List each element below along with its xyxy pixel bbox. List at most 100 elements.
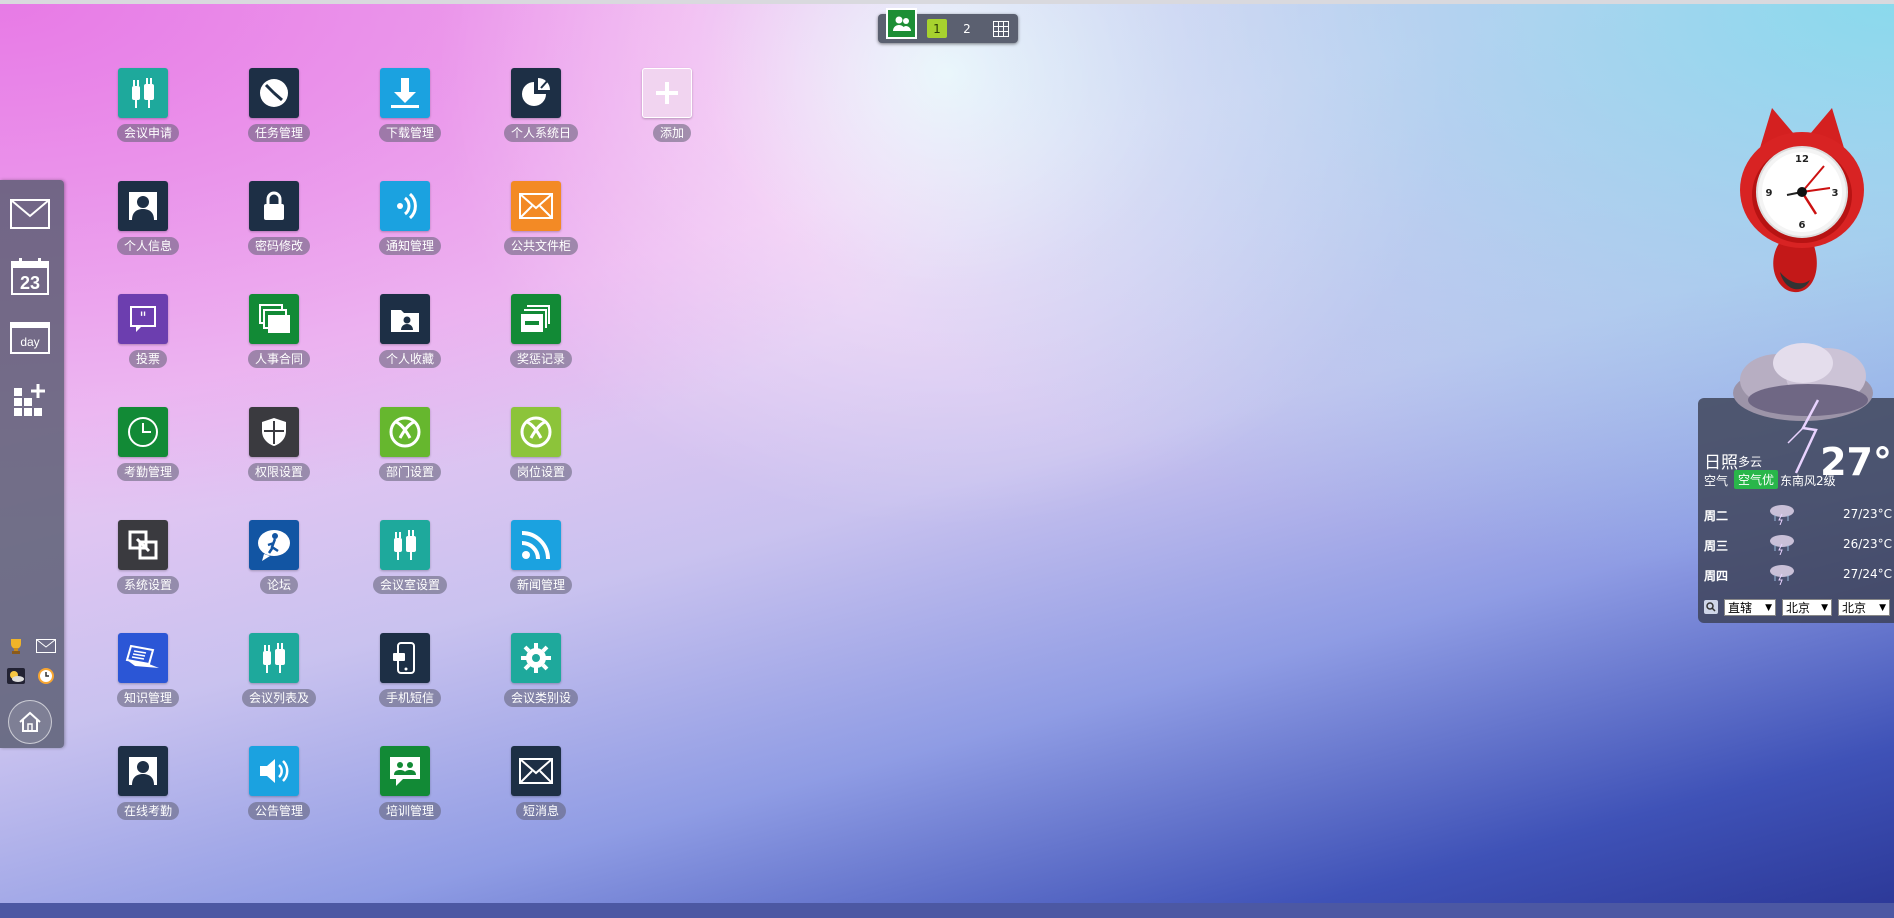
app-label: 会议室设置 <box>372 576 448 594</box>
app-label: 会议类别设 <box>503 689 579 707</box>
app-short-message[interactable]: 短消息 <box>481 746 601 846</box>
app-news-management[interactable]: 新闻管理 <box>481 520 601 620</box>
app-task-management[interactable]: 任务管理 <box>219 68 339 168</box>
app-label: 考勤管理 <box>116 463 180 481</box>
app-label: 添加 <box>652 124 692 142</box>
app-online-attendance[interactable]: 在线考勤 <box>88 746 208 846</box>
forecast-temp: 27/24°C <box>1843 567 1892 581</box>
dock-weather-button[interactable] <box>4 665 28 687</box>
app-label: 会议申请 <box>116 124 180 142</box>
link-icon <box>118 520 168 570</box>
app-label: 手机短信 <box>378 689 442 707</box>
page-2-button[interactable]: 2 <box>957 19 977 38</box>
add-widget-icon <box>14 384 45 416</box>
app-label: 会议列表及 <box>241 689 317 707</box>
bottom-taskbar <box>0 903 1894 918</box>
app-password-change[interactable]: 密码修改 <box>219 181 339 281</box>
clock-widget[interactable]: 12 3 6 9 <box>1732 100 1872 300</box>
home-icon <box>19 711 41 732</box>
province-select[interactable]: 直辖 ▼ <box>1724 599 1776 616</box>
app-vote[interactable]: " 投票 <box>88 294 208 394</box>
app-notification-management[interactable]: 通知管理 <box>350 181 470 281</box>
app-meeting-request[interactable]: 会议申请 <box>88 68 208 168</box>
app-label: 人事合同 <box>247 350 311 368</box>
app-label: 论坛 <box>259 576 299 594</box>
app-forum[interactable]: 论坛 <box>219 520 339 620</box>
dock-clock-button[interactable] <box>34 665 58 687</box>
dock-add-widget-button[interactable] <box>10 380 50 420</box>
app-label: 在线考勤 <box>116 802 180 820</box>
air-quality-badge: 空气优 <box>1734 470 1779 489</box>
city-selector-bar: 直辖 ▼ 北京 ▼ 北京 ▼ <box>1704 598 1892 618</box>
app-announcement-management[interactable]: 公告管理 <box>219 746 339 846</box>
app-label: 权限设置 <box>247 463 311 481</box>
app-label: 任务管理 <box>247 124 311 142</box>
app-permission-settings[interactable]: 权限设置 <box>219 407 339 507</box>
download-icon <box>380 68 430 118</box>
app-label: 岗位设置 <box>509 463 573 481</box>
weather-widget: 日照 多云 27° 空气 空气优 东南风2级 周二 27/23°C 周三 26/… <box>1698 338 1894 624</box>
app-label: 新闻管理 <box>509 576 573 594</box>
app-personal-info[interactable]: 个人信息 <box>88 181 208 281</box>
dock-trophy-button[interactable] <box>4 635 28 657</box>
app-knowledge-management[interactable]: 知识管理 <box>88 633 208 733</box>
page-1-button[interactable]: 1 <box>927 19 947 38</box>
app-meeting-list[interactable]: 会议列表及 <box>219 633 339 733</box>
person-icon <box>118 746 168 796</box>
app-meeting-category[interactable]: 会议类别设 <box>481 633 601 733</box>
plug-icon <box>118 68 168 118</box>
app-hr-contract[interactable]: 人事合同 <box>219 294 339 394</box>
app-system-settings[interactable]: 系统设置 <box>88 520 208 620</box>
forecast-day: 周三 <box>1704 539 1729 553</box>
dock-message-button[interactable] <box>34 635 58 657</box>
clock-icon <box>38 668 54 684</box>
app-attendance-management[interactable]: 考勤管理 <box>88 407 208 507</box>
top-border <box>0 0 1894 4</box>
app-position-settings[interactable]: 岗位设置 <box>481 407 601 507</box>
app-download-management[interactable]: 下载管理 <box>350 68 470 168</box>
trophy-icon <box>11 639 21 654</box>
grid-icon <box>993 20 1009 37</box>
plug-icon <box>249 633 299 683</box>
app-label: 公共文件柜 <box>503 237 579 255</box>
dock-calendar-button[interactable]: 23 <box>10 256 50 296</box>
app-label: 通知管理 <box>378 237 442 255</box>
app-public-file-cabinet[interactable]: 公共文件柜 <box>481 181 601 281</box>
xbox-icon <box>511 407 561 457</box>
storm-mini-icon <box>1768 563 1796 588</box>
app-label: 部门设置 <box>378 463 442 481</box>
forecast-row: 周四 27/24°C <box>1704 563 1892 588</box>
app-add[interactable]: 添加 <box>612 68 732 168</box>
weather-condition: 多云 <box>1738 455 1763 469</box>
dock-day-view-button[interactable]: day <box>10 318 50 358</box>
xbox-icon <box>380 407 430 457</box>
svg-text:day: day <box>20 335 39 349</box>
user-group-button[interactable] <box>886 8 917 39</box>
app-meeting-room-settings[interactable]: 会议室设置 <box>350 520 470 620</box>
phone-icon <box>380 633 430 683</box>
app-personal-log[interactable]: 个人系统日 <box>481 68 601 168</box>
envelope-icon <box>36 639 56 653</box>
fox-clock-icon: 12 3 6 9 <box>1740 108 1864 293</box>
clock-number-6: 6 <box>1799 220 1806 231</box>
stack-icon <box>511 294 561 344</box>
app-label: 个人系统日 <box>503 124 579 142</box>
wind-info: 东南风2级 <box>1780 474 1836 488</box>
home-button[interactable] <box>8 700 52 744</box>
mail-icon <box>10 199 50 229</box>
app-rewards-records[interactable]: 奖惩记录 <box>481 294 601 394</box>
app-training-management[interactable]: 培训管理 <box>350 746 470 846</box>
forecast-day: 周二 <box>1704 509 1729 523</box>
left-dock: 23 day <box>0 180 64 748</box>
app-department-settings[interactable]: 部门设置 <box>350 407 470 507</box>
app-personal-favorites[interactable]: 个人收藏 <box>350 294 470 394</box>
district-select[interactable]: 北京 ▼ <box>1838 599 1890 616</box>
group-chat-icon <box>380 746 430 796</box>
city-select[interactable]: 北京 ▼ <box>1782 599 1832 616</box>
grid-view-button[interactable] <box>991 20 1011 38</box>
forecast-day: 周四 <box>1704 569 1729 583</box>
search-icon[interactable] <box>1704 600 1718 614</box>
app-sms[interactable]: 手机短信 <box>350 633 470 733</box>
dock-mail-button[interactable] <box>10 194 50 234</box>
cards-icon <box>249 294 299 344</box>
